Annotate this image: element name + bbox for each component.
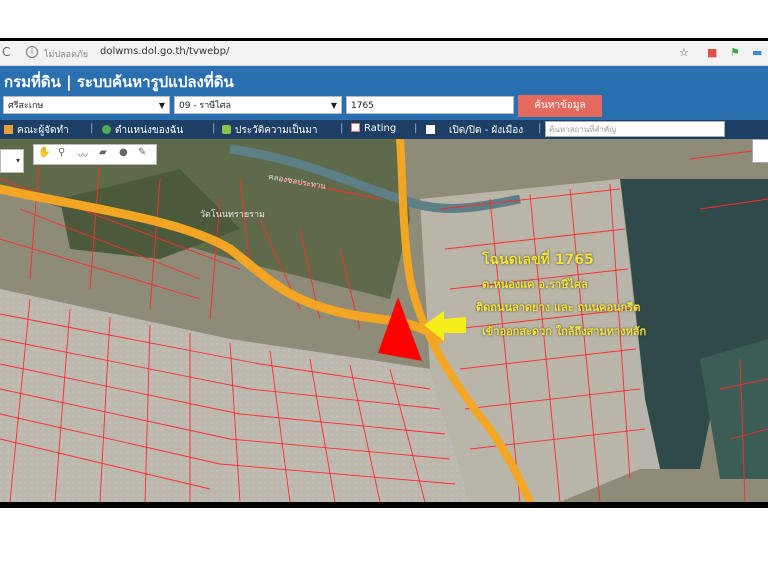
toolbar-item-label: ตำแหน่งของฉัน [115, 125, 184, 136]
toolbar-item-history[interactable]: ประวัติความเป็นมา [222, 123, 318, 138]
security-label: ไม่ปลอดภัย [44, 50, 89, 60]
toolbar-divider: | [340, 123, 344, 134]
satellite-map: วัดโนนทรายราม คลองชลประทาน [0, 139, 768, 502]
toolbar-item-label: ประวัติความเป็นมา [235, 125, 318, 136]
parcel-number-value: 1765 [351, 101, 374, 111]
toolbar-item-label: Rating [364, 123, 397, 134]
hand-icon[interactable]: ✋ [38, 147, 50, 158]
globe-icon [102, 125, 111, 134]
search-row: ศรีสะเกษ ▼ 09 - ราษีไศล ▼ 1765 ค้นหาข้อม… [0, 94, 768, 120]
toolbar-item-my-location[interactable]: ตำแหน่งของฉัน [102, 123, 183, 138]
chat-extension-icon[interactable]: ▬ [752, 46, 762, 59]
browser-window: C i ไม่ปลอดภัย dolwms.dol.go.th/tvwebp/ … [0, 41, 768, 502]
book-icon [4, 125, 13, 134]
site-header: กรมที่ดิน | ระบบค้นหารูปแปลงที่ดิน [0, 66, 768, 94]
annotation-road: ติดถนนลาดยาง และ ถนนคอนกรีต [476, 301, 641, 314]
search-button[interactable]: ค้นหาข้อมูล [518, 95, 602, 117]
pen-icon[interactable]: ✎ [138, 147, 146, 158]
layer-select[interactable]: ▾ [0, 149, 24, 173]
parcel-number-input[interactable]: 1765 [346, 96, 514, 114]
annotation-access: เข้าออกสะดวก ใกล้ถึงสามทางหลัก [482, 325, 647, 338]
pin-icon[interactable]: ⚲ [58, 147, 65, 158]
shield-extension-icon[interactable]: ■ [707, 46, 717, 59]
toolbar-divider: | [414, 123, 418, 134]
page-title: กรมที่ดิน | ระบบค้นหารูปแปลงที่ดิน [4, 73, 234, 91]
chevron-down-icon: ▼ [330, 101, 337, 110]
square-icon [426, 125, 435, 134]
polygon-icon[interactable]: ▰ [99, 147, 107, 158]
toolbar-item-rating[interactable]: Rating [351, 123, 396, 134]
toolbar-item-team[interactable]: คณะผู้จัดทำ [4, 123, 69, 138]
toolbar-divider: | [212, 123, 216, 134]
chevron-down-icon: ▾ [15, 156, 20, 165]
info-icon[interactable]: i [26, 46, 38, 58]
annotation-location: ต.หนองแค อ.ราษีไศล [482, 278, 588, 291]
toolbar-item-label: คณะผู้จัดทำ [17, 125, 69, 136]
village-label: วัดโนนทรายราม [200, 209, 265, 220]
place-search-input[interactable]: ค้นหาสถานที่สำคัญ [545, 121, 725, 137]
flag-extension-icon[interactable]: ⚑ [730, 46, 740, 59]
district-select[interactable]: 09 - ราษีไศล ▼ [174, 96, 342, 114]
star-icon[interactable]: ☆ [679, 46, 689, 59]
circle-icon[interactable]: ● [119, 147, 128, 158]
annotation-title: โฉนดเลขที่ 1765 [482, 252, 594, 268]
toolbar: คณะผู้จัดทำ | ตำแหน่งของฉัน | ประวัติควา… [0, 120, 768, 139]
chart-icon [351, 123, 360, 132]
map-side-button[interactable] [752, 139, 768, 163]
draw-toolbar: ✋ ⚲ 〰 ▰ ● ✎ [33, 144, 157, 165]
map-view[interactable]: วัดโนนทรายราม คลองชลประทาน ▾ ✋ ⚲ 〰 ▰ ● ✎… [0, 139, 768, 502]
plant-icon [222, 125, 231, 134]
reload-icon[interactable]: C [2, 45, 10, 59]
toolbar-item-city-plan[interactable]: เปิด/ปิด - ผังเมือง [426, 123, 523, 138]
district-value: 09 - ราษีไศล [179, 101, 231, 111]
toolbar-item-label: เปิด/ปิด - ผังเมือง [449, 125, 524, 136]
chevron-down-icon: ▼ [158, 101, 165, 110]
url-field[interactable]: dolwms.dol.go.th/tvwebp/ [100, 46, 229, 57]
province-select[interactable]: ศรีสะเกษ ▼ [3, 96, 170, 114]
province-value: ศรีสะเกษ [8, 101, 44, 111]
toolbar-divider: | [538, 123, 542, 134]
toolbar-divider: | [90, 123, 94, 134]
polyline-icon[interactable]: 〰 [78, 147, 88, 162]
address-bar: C i ไม่ปลอดภัย dolwms.dol.go.th/tvwebp/ … [0, 41, 768, 66]
